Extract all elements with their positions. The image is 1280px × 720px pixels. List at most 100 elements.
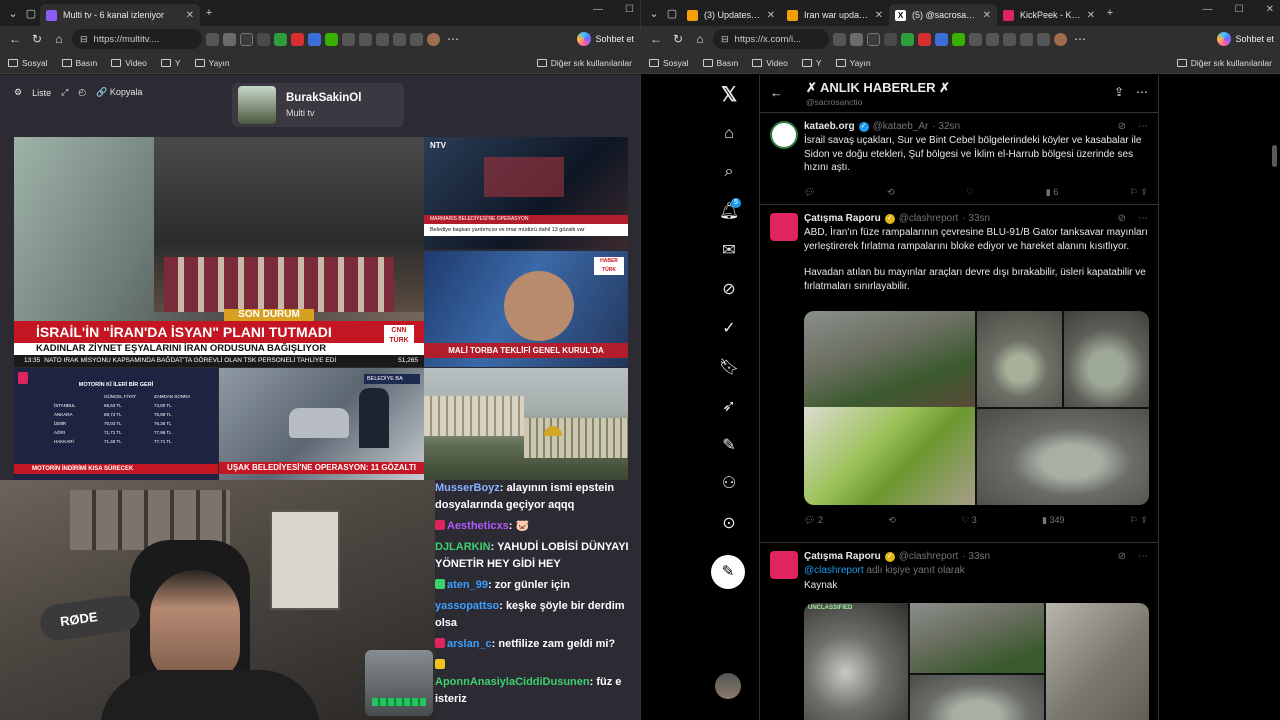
copy-link-button[interactable]: 🔗 Kopyala <box>96 87 142 98</box>
tweet-more-icon[interactable]: ⋯ <box>1138 551 1148 562</box>
home-icon[interactable]: ⌂ <box>50 32 68 46</box>
extension-icon[interactable] <box>884 32 897 46</box>
grok-icon[interactable]: ⊘ <box>1118 213 1126 224</box>
reply-to-link[interactable]: @clashreport <box>804 565 864 576</box>
close-tab-icon[interactable]: ✕ <box>186 10 194 21</box>
tweet-media[interactable] <box>804 311 1149 505</box>
extension-icon[interactable] <box>308 32 321 46</box>
like-icon[interactable]: ♡ <box>966 187 974 198</box>
channel-card[interactable]: BurakSakinOl Multi tv <box>232 83 404 127</box>
extension-icon[interactable] <box>867 32 880 46</box>
stream-ntv[interactable]: NTV MARMARİS BELEDİYESİ'NE OPERASYON Bel… <box>424 137 628 249</box>
premium-icon[interactable]: ✎ <box>709 430 749 460</box>
media-image[interactable] <box>910 603 1044 673</box>
bookmark-icon[interactable]: ⚐ ⇪ <box>1130 187 1148 198</box>
media-image[interactable] <box>977 311 1062 407</box>
tweet[interactable]: Çatışma Raporu ✓ @clashreport · 33sn ⊘ ⋯… <box>760 205 1158 543</box>
home-icon[interactable]: ⌂ <box>691 32 709 46</box>
bookmark-yayin[interactable]: Yayın <box>835 58 871 68</box>
media-image[interactable] <box>910 675 1044 720</box>
home-icon[interactable]: ⌂ <box>709 119 749 149</box>
grok-icon[interactable]: ⊘ <box>1118 121 1126 132</box>
bookmark-icon[interactable]: ⚐ ⇪ <box>1130 515 1148 526</box>
tab-actions-icon[interactable]: ⌄ <box>645 4 663 22</box>
post-button[interactable]: ✎ <box>711 555 745 589</box>
chat-username[interactable]: DJLARKIN <box>435 541 491 553</box>
profile-avatar[interactable] <box>1054 32 1067 46</box>
media-image[interactable]: UNCLASSIFIED <box>804 603 908 720</box>
history-icon[interactable] <box>410 32 423 46</box>
favorites-icon[interactable] <box>376 32 389 46</box>
favorite-icon[interactable] <box>223 32 236 46</box>
new-tab-icon[interactable]: + <box>200 4 218 22</box>
x-logo-icon[interactable]: 𝕏 <box>709 79 749 109</box>
grok-icon[interactable]: ⊘ <box>1118 551 1126 562</box>
collections-icon[interactable] <box>393 32 406 46</box>
media-image[interactable] <box>804 311 975 407</box>
tweet[interactable]: Çatışma Raporu ✓ @clashreport · 33sn ⊘ ⋯… <box>760 543 1158 720</box>
close-tab-icon[interactable]: ✕ <box>983 10 991 21</box>
maximize-icon[interactable]: ☐ <box>625 4 634 15</box>
tab-multitv[interactable]: Multi tv - 6 kanal izleniyor ✕ <box>40 4 200 26</box>
views-icon[interactable]: ▮ 6 <box>1046 187 1058 198</box>
copilot-button[interactable]: Sohbet et <box>1217 32 1274 46</box>
stream-cnnturk[interactable]: SON DURUM İSRAİL'İN "İRAN'DA İSYAN" PLAN… <box>14 137 424 367</box>
bookmark-y[interactable]: Y <box>160 58 181 68</box>
close-tab-icon[interactable]: ✕ <box>875 10 883 21</box>
author-handle[interactable]: @kataeb_Ar <box>873 121 929 132</box>
stream-city-view[interactable] <box>424 368 628 480</box>
read-aloud-icon[interactable] <box>833 32 846 46</box>
bookmark-basin[interactable]: Basın <box>702 58 738 68</box>
refresh-icon[interactable]: ↻ <box>28 32 46 46</box>
tab-updates-iran[interactable]: (3) Updates Iran war ✕ <box>681 4 781 26</box>
more-menu-icon[interactable]: ⋯ <box>444 32 462 46</box>
extension-icon[interactable] <box>969 32 982 46</box>
tweet-media[interactable]: UNCLASSIFIED <box>804 603 1149 720</box>
retweet-icon[interactable]: ⟲ <box>888 515 896 526</box>
tweet-more-icon[interactable]: ⋯ <box>1138 213 1148 224</box>
bookmark-sosyal[interactable]: Sosyal <box>8 58 48 68</box>
workspaces-icon[interactable]: ▢ <box>663 4 681 22</box>
favorites-icon[interactable] <box>1003 32 1016 46</box>
bookmark-sosyal[interactable]: Sosyal <box>649 58 689 68</box>
views-icon[interactable]: ▮ 349 <box>1042 515 1064 526</box>
settings-icon[interactable]: ⚙ <box>14 87 22 98</box>
retweet-icon[interactable]: ⟲ <box>887 187 895 198</box>
kataeb-avatar[interactable] <box>770 121 798 149</box>
maximize-icon[interactable]: ☐ <box>1235 4 1244 15</box>
extension-icon[interactable] <box>918 32 931 46</box>
author-name[interactable]: kataeb.org <box>804 121 855 132</box>
tab-actions-icon[interactable]: ⌄ <box>4 4 22 22</box>
back-arrow-icon[interactable]: ← <box>770 85 783 100</box>
extension-icon[interactable] <box>240 32 253 46</box>
stream-fuel-prices[interactable]: MOTORİN Kİ İLERİ BİR GERİ GÜNCEL FİYAT Z… <box>14 368 218 480</box>
author-handle[interactable]: @clashreport <box>899 213 959 224</box>
reply-icon[interactable]: 💬︎ <box>804 187 815 198</box>
read-aloud-icon[interactable] <box>206 32 219 46</box>
explore-search-icon[interactable]: ⌕ <box>709 157 749 187</box>
scrollbar-thumb[interactable] <box>1272 145 1277 167</box>
communities-icon[interactable]: ✓ <box>709 313 749 343</box>
other-favorites[interactable]: Diğer sık kullanılanlar <box>536 58 632 68</box>
extension-icon[interactable] <box>952 32 965 46</box>
clashreport-avatar[interactable] <box>770 551 798 579</box>
extension-icon[interactable] <box>935 32 948 46</box>
tweet[interactable]: kataeb.org ✓ @kataeb_Ar · 32sn ⊘ ⋯ İsrai… <box>760 113 1158 205</box>
account-avatar[interactable] <box>715 673 741 699</box>
minimize-icon[interactable]: — <box>1203 4 1213 15</box>
url-field[interactable]: ⊟ https://x.com/i... <box>713 29 829 49</box>
stream-belediye[interactable]: BELEDİYE BA UŞAK BELEDİYESİ'NE OPERASYON… <box>219 368 424 480</box>
chat-username[interactable]: arslan_c <box>447 638 492 650</box>
share-icon[interactable]: ⇪ <box>1114 85 1124 99</box>
media-image[interactable] <box>1064 311 1149 407</box>
split-screen-icon[interactable] <box>359 32 372 46</box>
media-image[interactable] <box>1046 603 1149 720</box>
reply-icon[interactable]: 💬︎ 2 <box>804 515 823 526</box>
like-icon[interactable]: ♡ 3 <box>961 515 977 526</box>
site-info-icon[interactable]: ⊟ <box>721 34 729 45</box>
collections-icon[interactable] <box>1020 32 1033 46</box>
history-icon[interactable] <box>1037 32 1050 46</box>
messages-icon[interactable]: ✉ <box>709 235 749 265</box>
more-menu-icon[interactable]: ⋯ <box>1071 32 1089 46</box>
media-image[interactable] <box>977 409 1149 505</box>
